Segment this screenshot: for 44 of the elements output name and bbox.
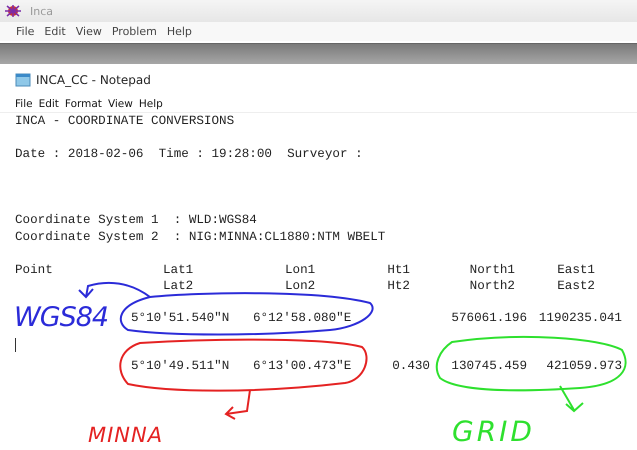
window-title: INCA_CC - Notepad [36,73,151,87]
column-header: Lon1 [284,262,316,278]
table-cell-text: 5°10'51.540"N [131,310,230,326]
table-cell-text: 576061.196 [450,310,527,326]
menu-item[interactable]: Help [138,98,163,110]
column-header: Ht1 [386,262,411,278]
text-line: Coordinate System 2 : NIG:MINNA:CL1880:NTM WBELT [15,228,386,245]
text-cursor [15,338,16,352]
column-header: Point [15,262,54,278]
column-header: Lat2 [162,278,194,294]
column-header: Lat1 [162,262,194,278]
column-header: Ht2 [386,278,411,294]
column-header: North1 [468,262,516,278]
menu-item[interactable]: View [108,98,133,110]
table-cell-text: 0.430 [391,358,430,374]
menu-item[interactable]: Edit [44,25,66,38]
table-cell-text: 130745.459 [450,358,527,374]
handwritten-label: GRID [452,418,535,446]
menu-item[interactable]: Edit [38,98,59,110]
menu-item[interactable]: File [15,98,33,110]
arrow-annotation [559,385,584,412]
column-header: East2 [556,278,596,294]
column-header: Lon2 [284,278,316,294]
text-line: Date : 2018-02-06 Time : 19:28:00 Surveyor : [15,146,364,162]
text-line: Coordinate System 1 : WLD:WGS84 [15,212,258,228]
column-header: North2 [468,278,516,294]
table-cell-text: 5°10'49.511"N [131,358,230,374]
window-title: Inca [30,4,54,18]
table-cell-text: 1190235.041 [538,310,622,326]
column-header: East1 [556,262,596,278]
menu-item[interactable]: Problem [112,25,157,38]
table-cell-text: 421059.973 [545,358,622,374]
handwritten-label: WGS84 [14,304,108,331]
arrow-annotation [224,389,251,420]
handwritten-label: MINNA [88,425,164,446]
table-cell-text: 6°13'00.473"E [253,358,352,374]
menu-item[interactable]: Format [64,98,102,110]
menu-item[interactable]: File [16,25,34,38]
app-icon [4,4,22,18]
menu-item[interactable]: View [76,25,102,38]
document-heading: INCA - COORDINATE CONVERSIONS [15,113,236,130]
notepad-icon [15,73,31,87]
table-cell-text: 6°12'58.080"E [253,310,352,326]
menu-item[interactable]: Help [166,25,192,38]
